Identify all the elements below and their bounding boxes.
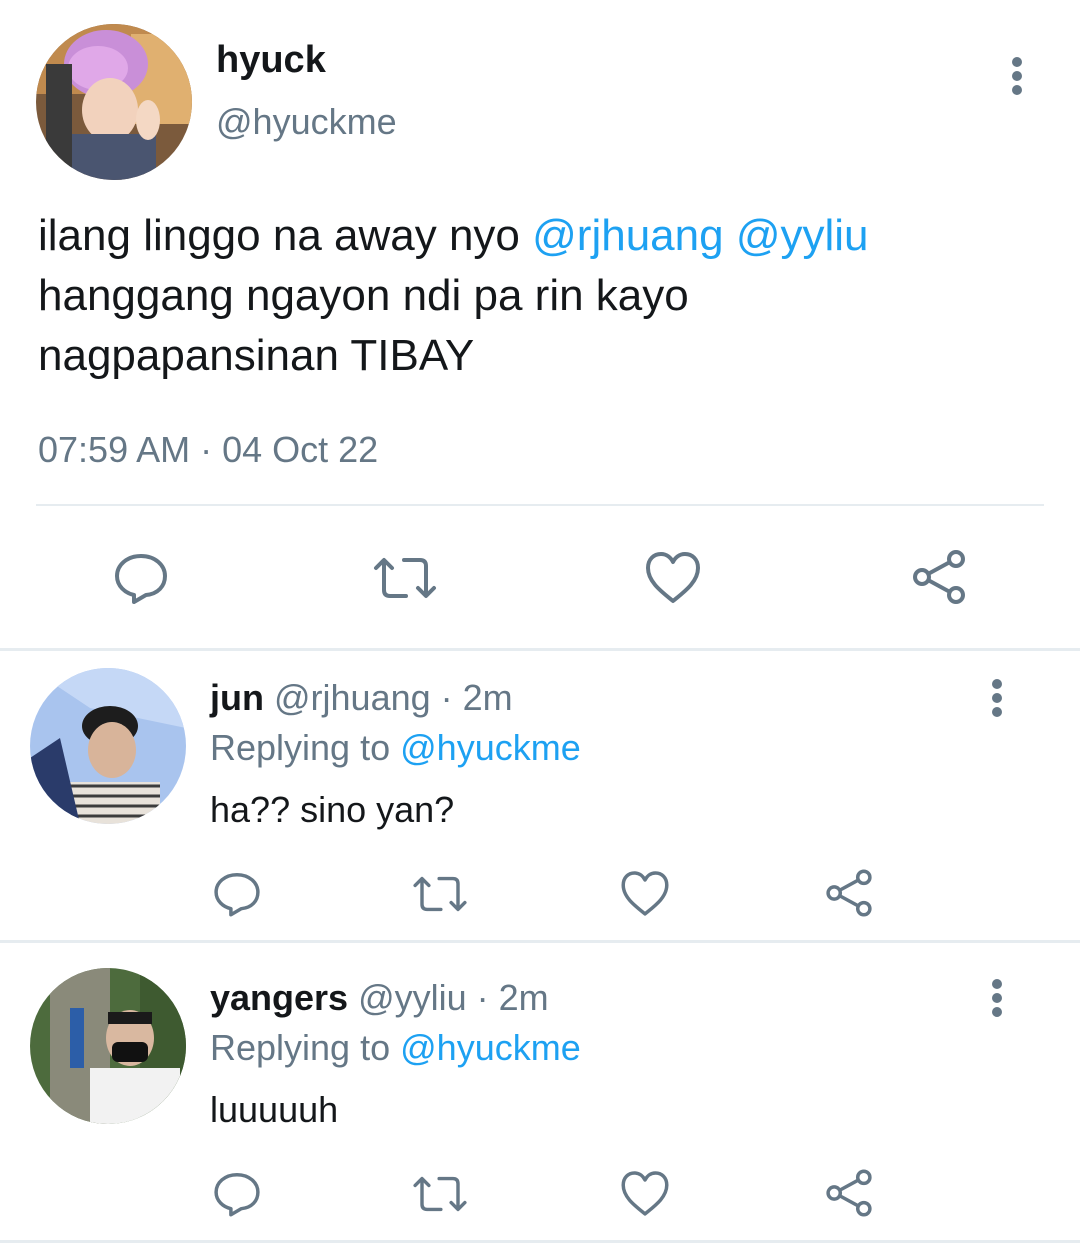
divider — [0, 1240, 1080, 1243]
tweet-text-line-3: nagpapansinan TIBAY — [38, 331, 475, 380]
divider — [0, 648, 1080, 651]
mention-link[interactable]: @rjhuang — [532, 211, 723, 260]
display-name[interactable]: hyuck — [216, 38, 326, 82]
like-icon[interactable] — [642, 546, 704, 608]
share-icon[interactable] — [908, 546, 970, 608]
replying-to-label: Replying to — [210, 727, 391, 768]
avatar[interactable] — [30, 968, 186, 1124]
handle[interactable]: @yyliu — [358, 977, 467, 1018]
avatar[interactable] — [36, 24, 192, 180]
display-name[interactable]: yangers — [210, 977, 348, 1018]
tweet-text-line-1: ilang linggo na away nyo @rjhuang @yyliu — [38, 206, 1048, 266]
divider — [36, 504, 1044, 506]
mention-link[interactable]: @hyuckme — [400, 1027, 581, 1068]
reply-text: ha?? sino yan? — [210, 789, 455, 830]
timestamp[interactable]: 07:59 AM · 04 Oct 22 — [38, 428, 378, 472]
tweet-text-segment: ilang linggo na away nyo — [38, 211, 533, 260]
more-vertical-icon[interactable] — [1000, 54, 1034, 98]
tweet-text-line-2: hanggang ngayon ndi pa rin kayo — [38, 271, 689, 320]
retweet-icon[interactable] — [410, 868, 470, 920]
replying-to: Replying to @hyuckme — [210, 726, 581, 770]
share-icon[interactable] — [822, 1166, 876, 1220]
reply-icon[interactable] — [210, 1166, 264, 1220]
timestamp[interactable]: · 2m — [477, 977, 549, 1018]
handle[interactable]: @hyuckme — [216, 100, 397, 144]
avatar[interactable] — [30, 668, 186, 824]
divider — [0, 940, 1080, 943]
reply-icon[interactable] — [110, 546, 172, 608]
mention-link[interactable]: @yyliu — [736, 211, 869, 260]
timestamp[interactable]: · 2m — [441, 677, 513, 718]
more-vertical-icon[interactable] — [980, 676, 1014, 720]
like-icon[interactable] — [618, 866, 672, 920]
display-name[interactable]: jun — [210, 677, 264, 718]
mention-link[interactable]: @hyuckme — [400, 727, 581, 768]
reply-header: yangers @yyliu · 2m — [210, 976, 549, 1020]
replying-to: Replying to @hyuckme — [210, 1026, 581, 1070]
share-icon[interactable] — [822, 866, 876, 920]
reply-header: jun @rjhuang · 2m — [210, 676, 513, 720]
reply-icon[interactable] — [210, 866, 264, 920]
like-icon[interactable] — [618, 1166, 672, 1220]
more-vertical-icon[interactable] — [980, 976, 1014, 1020]
retweet-icon[interactable] — [410, 1168, 470, 1220]
reply-text: luuuuuh — [210, 1089, 339, 1130]
replying-to-label: Replying to — [210, 1027, 391, 1068]
handle[interactable]: @rjhuang — [274, 677, 431, 718]
tweet-text: ilang linggo na away nyo @rjhuang @yyliu… — [38, 206, 1048, 386]
retweet-icon[interactable] — [370, 548, 440, 608]
